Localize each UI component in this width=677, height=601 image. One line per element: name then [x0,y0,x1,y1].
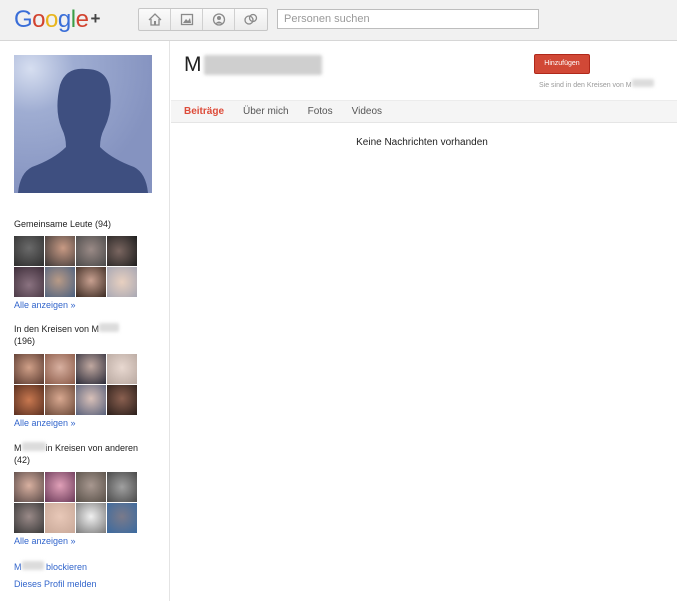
tab-photos[interactable]: Fotos [308,101,333,122]
redacted-name [99,323,120,332]
redacted-name [21,561,44,570]
photos-icon[interactable] [171,9,203,30]
add-to-circles-button[interactable]: Hinzufügen [534,54,590,74]
person-thumbnail[interactable] [76,236,106,266]
person-thumbnail[interactable] [76,354,106,384]
common-people-title: Gemeinsame Leute (94) [14,219,112,229]
search-input[interactable] [277,9,539,29]
person-thumbnail[interactable] [45,236,75,266]
google-plus-logo[interactable]: Google + [14,6,100,34]
profile-sidebar: Gemeinsame Leute (94) Alle anzeigen » In… [0,41,170,601]
report-profile-link[interactable]: Dieses Profil melden [14,579,97,589]
logo-letter: o [45,6,58,33]
profile-main: M Hinzufügen Sie sind in den Kreisen von… [171,41,677,601]
person-thumbnail[interactable] [14,236,44,266]
circles-note: Sie sind in den Kreisen von M [539,79,654,89]
tab-about[interactable]: Über mich [243,101,289,122]
tab-posts[interactable]: Beiträge [184,101,224,122]
profile-name-initial: M [184,53,202,76]
person-thumbnail[interactable] [45,354,75,384]
in-others-circles-label: in Kreisen von anderen [45,443,139,453]
person-thumbnail[interactable] [107,354,137,384]
circles-icon[interactable] [235,9,267,30]
in-circles-of-count: (196) [14,336,36,346]
person-thumbnail[interactable] [107,472,137,502]
in-circles-of-label: In den Kreisen von M [14,324,100,334]
block-link-prefix: M [14,562,22,572]
home-icon[interactable] [139,9,171,30]
block-link-label: blockieren [46,562,88,572]
redacted-name [21,442,46,451]
profile-icon[interactable] [203,9,235,30]
person-thumbnail[interactable] [14,503,44,533]
in-circles-of-title: In den Kreisen von M (196) [14,323,154,347]
person-thumbnail[interactable] [107,503,137,533]
show-all-in-others-circles-link[interactable]: Alle anzeigen » [14,536,76,546]
logo-letter: g [57,6,71,33]
in-others-circles-label-prefix: M [14,443,22,453]
person-thumbnail[interactable] [107,236,137,266]
person-thumbnail[interactable] [76,267,106,297]
logo-plus: + [90,9,100,28]
empty-stream-message: Keine Nachrichten vorhanden [356,137,488,148]
circles-note-label: Sie sind in den Kreisen von M [539,82,632,89]
person-thumbnail[interactable] [45,503,75,533]
person-thumbnail[interactable] [76,472,106,502]
logo-letter: G [14,6,33,33]
in-others-circles-count: (42) [14,455,31,465]
redacted-name [203,55,322,76]
logo-letter: o [32,6,46,33]
person-thumbnail[interactable] [45,472,75,502]
in-others-circles-title: Min Kreisen von anderen (42) [14,442,154,466]
logo-letter: e [75,6,89,33]
in-others-circles-grid [14,472,137,533]
top-bar: Google + [0,0,677,41]
show-all-common-link[interactable]: Alle anzeigen » [14,300,76,310]
nav-icon-group [138,8,268,31]
block-user-link[interactable]: M blockieren [14,561,87,572]
person-thumbnail[interactable] [76,385,106,415]
profile-name: M [184,53,322,77]
person-thumbnail[interactable] [14,267,44,297]
common-people-grid [14,236,137,297]
profile-avatar[interactable] [14,55,152,193]
person-thumbnail[interactable] [14,385,44,415]
redacted-name [631,79,654,87]
person-thumbnail[interactable] [14,472,44,502]
profile-tabs: Beiträge Über mich Fotos Videos [171,100,677,123]
in-circles-of-grid [14,354,137,415]
person-thumbnail[interactable] [45,267,75,297]
person-thumbnail[interactable] [107,267,137,297]
person-thumbnail[interactable] [76,503,106,533]
person-thumbnail[interactable] [107,385,137,415]
default-avatar-silhouette [14,55,152,193]
show-all-in-circles-link[interactable]: Alle anzeigen » [14,418,76,428]
tab-videos[interactable]: Videos [352,101,382,122]
person-thumbnail[interactable] [45,385,75,415]
person-thumbnail[interactable] [14,354,44,384]
